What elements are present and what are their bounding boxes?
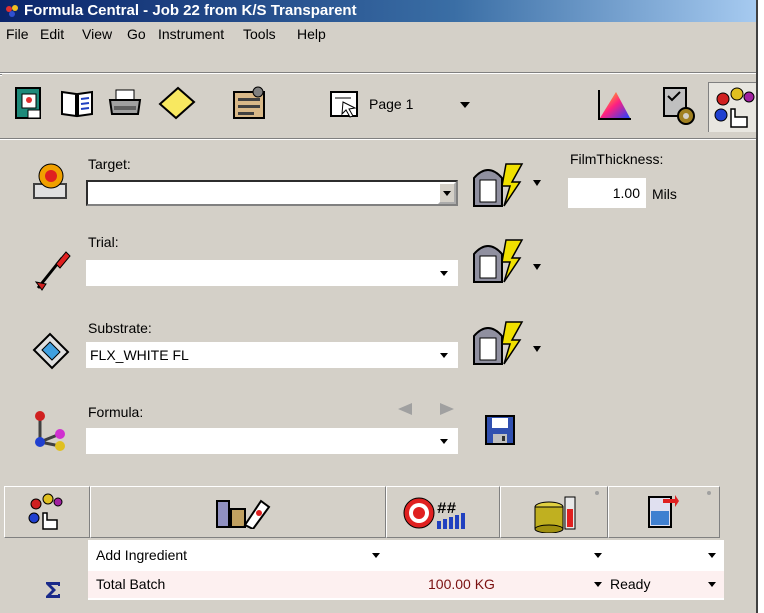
page-label: Page 1 xyxy=(369,96,414,112)
film-thickness-unit: Mils xyxy=(652,186,677,202)
next-formula-arrow-icon[interactable] xyxy=(438,402,456,416)
substrate-value: FLX_WHITE FL xyxy=(90,347,189,363)
total-row-dropdown-arrow[interactable] xyxy=(708,582,716,587)
batch-status[interactable]: Ready xyxy=(610,571,650,598)
batch-panel-button[interactable] xyxy=(608,486,720,538)
row-status-dropdown-arrow[interactable] xyxy=(708,553,716,558)
total-batch-row: Total Batch 100.00 KG Ready xyxy=(88,571,724,598)
trial-label: Trial: xyxy=(88,234,119,250)
lab-beakers-icon xyxy=(216,499,271,529)
colorants-hand-small-icon xyxy=(28,493,63,530)
save-formula-icon[interactable] xyxy=(484,414,516,446)
match-quality-panel-button[interactable]: ## xyxy=(386,486,500,538)
cost-panel-indicator-dot xyxy=(595,491,599,495)
menu-tools[interactable]: Tools xyxy=(243,22,276,46)
lab-recipe-panel-button[interactable] xyxy=(90,486,386,538)
add-ingredient-label[interactable]: Add Ingredient xyxy=(96,542,187,569)
app-window: Formula Central - Job 22 from K/S Transp… xyxy=(0,0,758,613)
menu-instrument[interactable]: Instrument xyxy=(158,22,224,46)
trial-combo[interactable] xyxy=(86,260,458,286)
menu-help[interactable]: Help xyxy=(297,22,326,46)
ingredient-dropdown-arrow[interactable] xyxy=(372,553,380,558)
target-combo[interactable] xyxy=(86,180,458,206)
formula-combo[interactable] xyxy=(86,428,458,454)
trial-measure-instrument-icon[interactable] xyxy=(470,236,526,286)
svg-text:##: ## xyxy=(437,500,457,518)
menu-file[interactable]: File xyxy=(6,22,29,46)
menu-edit[interactable]: Edit xyxy=(40,22,64,46)
substrate-combo[interactable]: FLX_WHITE FL xyxy=(86,342,458,368)
target-icon xyxy=(33,163,67,199)
formulate-button[interactable] xyxy=(708,82,756,132)
cost-panel-button[interactable] xyxy=(500,486,608,538)
target-measure-instrument-icon[interactable] xyxy=(470,160,526,210)
colorants-hand-icon xyxy=(714,87,755,128)
batch-panel-indicator-dot xyxy=(707,491,711,495)
toolbar-separator xyxy=(0,138,756,140)
add-ingredient-row[interactable]: Add Ingredient xyxy=(88,542,724,569)
status-dropdown-arrow[interactable] xyxy=(594,582,602,587)
color-gamut-icon[interactable] xyxy=(596,88,632,122)
trial-measure-dropdown-arrow[interactable] xyxy=(533,264,541,270)
note-icon[interactable] xyxy=(156,84,196,122)
substrate-chevron-down-icon[interactable] xyxy=(440,353,448,358)
checklist-gear-icon[interactable] xyxy=(660,86,700,126)
formula-molecule-icon xyxy=(35,411,65,451)
total-batch-label: Total Batch xyxy=(96,576,166,592)
colorants-panel-button[interactable] xyxy=(4,486,90,538)
target-combo-button[interactable] xyxy=(438,182,456,204)
cost-cylinder-icon xyxy=(534,496,576,533)
page-icon xyxy=(330,91,358,118)
title-bar[interactable]: Formula Central - Job 22 from K/S Transp… xyxy=(0,0,756,22)
notebook-icon[interactable] xyxy=(14,86,44,120)
sigma-icon xyxy=(46,582,60,598)
page-dropdown-arrow[interactable] xyxy=(460,102,470,108)
film-thickness-input[interactable]: 1.00 xyxy=(568,178,646,208)
ingredient-grid: Add Ingredient Total Batch 100.00 KG Rea… xyxy=(88,540,724,600)
job-settings-icon[interactable] xyxy=(232,86,268,120)
formula-chevron-down-icon[interactable] xyxy=(440,439,448,444)
window-title: Formula Central - Job 22 from K/S Transp… xyxy=(24,2,357,19)
batch-beaker-icon xyxy=(648,495,679,528)
substrate-measure-dropdown-arrow[interactable] xyxy=(533,346,541,352)
target-label: Target: xyxy=(88,156,131,172)
menu-bar: File Edit View Go Instrument Tools Help xyxy=(0,22,756,46)
target-chevron-down-icon xyxy=(443,191,451,196)
page-selector[interactable]: Page 1 xyxy=(323,90,419,118)
menu-separator xyxy=(0,72,756,74)
previous-formula-arrow-icon[interactable] xyxy=(396,402,414,416)
substrate-icon xyxy=(32,332,70,370)
amount-dropdown-arrow[interactable] xyxy=(594,553,602,558)
total-batch-amount: 100.00 KG xyxy=(428,576,495,592)
target-measure-dropdown-arrow[interactable] xyxy=(533,180,541,186)
target-quality-icon: ## xyxy=(403,497,465,529)
trial-dart-icon xyxy=(34,251,71,291)
trial-chevron-down-icon[interactable] xyxy=(440,271,448,276)
film-thickness-label: FilmThickness: xyxy=(570,151,664,167)
substrate-measure-instrument-icon[interactable] xyxy=(470,318,526,368)
open-book-icon[interactable] xyxy=(60,88,94,118)
printer-icon[interactable] xyxy=(108,88,142,118)
formula-label: Formula: xyxy=(88,404,144,420)
menu-view[interactable]: View xyxy=(82,22,112,46)
app-icon xyxy=(6,5,18,17)
substrate-label: Substrate: xyxy=(88,320,152,336)
menu-go[interactable]: Go xyxy=(127,22,146,46)
